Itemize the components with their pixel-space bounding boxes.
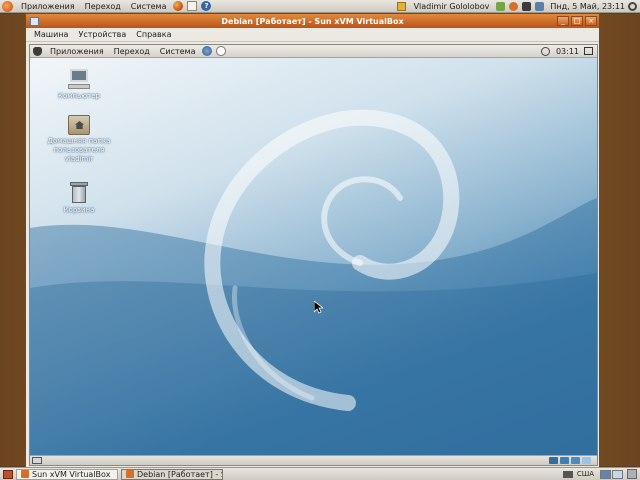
maximize-button[interactable]: □ [571,16,583,26]
desktop-icon-computer[interactable]: Компьютер [43,68,115,101]
desktop-icon-trash[interactable]: Корзина [43,182,115,215]
mail-launcher-icon[interactable] [216,46,227,56]
trash-icon [70,182,88,204]
close-button[interactable]: × [585,16,597,26]
desktop-icon-label-line: vladimir [64,155,94,163]
taskbar-item-debian[interactable]: Debian [Работает] - S... [121,468,223,480]
guest-desktop[interactable]: Компьютер Домашняя папка пользователя vl… [30,58,597,455]
host-menu-system[interactable]: Система [126,0,172,13]
browser-launcher-icon[interactable] [202,46,213,56]
vbox-cd-indicator-icon[interactable] [560,457,569,464]
update-tray-icon[interactable] [540,46,550,56]
host-bottom-panel: Sun xVM VirtualBox Debian [Работает] - S… [0,467,640,480]
firefox-launcher-icon[interactable] [173,1,184,11]
network-tray-icon[interactable] [496,1,506,11]
virtualbox-window: Debian [Работает] - Sun xVM VirtualBox _… [25,13,600,468]
vbox-hdd-indicator-icon[interactable] [549,457,558,464]
vbox-network-indicator-icon[interactable] [571,457,580,464]
ubuntu-logo-icon[interactable] [2,0,13,12]
vbox-menu-machine[interactable]: Машина [29,28,73,42]
guest-clock[interactable]: 03:11 [556,47,579,56]
guest-menu-places[interactable]: Переход [109,45,155,58]
vbox-menubar: Машина Устройства Справка [26,28,599,42]
host-show-desktop-icon[interactable] [3,469,13,479]
guest-bottom-panel [30,455,597,465]
mail-launcher-icon[interactable] [187,1,198,11]
minimize-button[interactable]: _ [557,16,569,26]
workspace-2[interactable] [612,469,623,479]
user-switcher-icon[interactable] [396,1,406,11]
trash-applet-icon[interactable] [627,469,637,479]
help-launcher-icon[interactable]: ? [201,1,212,11]
guest-show-desktop-icon[interactable] [32,457,42,464]
keyboard-layout-indicator[interactable]: США [577,470,594,478]
debian-swirl-wallpaper [30,109,597,455]
desktop-icon-home[interactable]: Домашняя папка пользователя vladimir [43,115,115,164]
vbox-titlebar[interactable]: Debian [Работает] - Sun xVM VirtualBox _… [26,14,599,28]
desktop-icon-label: Корзина [63,206,95,214]
home-folder-icon [68,115,90,135]
guest-menu-applications[interactable]: Приложения [45,45,109,58]
volume-tray-icon[interactable] [522,1,532,11]
vbox-menu-help[interactable]: Справка [131,28,176,42]
workspace-switcher [600,469,623,479]
task-label: Sun xVM VirtualBox [32,469,111,479]
mouse-pointer-icon [314,301,323,314]
vbox-mouse-indicator-icon[interactable] [582,457,591,464]
virtualbox-app-icon [126,470,134,478]
virtualbox-app-icon [21,470,29,478]
taskbar-item-virtualbox[interactable]: Sun xVM VirtualBox [16,468,118,480]
host-menu-places[interactable]: Переход [80,0,126,13]
workspace-icon[interactable] [584,47,593,55]
mail-tray-icon[interactable] [535,1,545,11]
computer-icon [68,68,90,90]
host-username[interactable]: Vladimir Gololobov [409,0,495,13]
host-menu-applications[interactable]: Приложения [16,0,80,13]
guest-screen[interactable]: Приложения Переход Система 03:11 Компьют… [29,44,598,466]
desktop-icon-label-line: Домашняя папка [47,137,111,145]
vbox-menu-devices[interactable]: Устройства [73,28,131,42]
power-icon[interactable] [628,1,637,11]
guest-menu-system[interactable]: Система [155,45,201,58]
task-label: Debian [Работает] - S... [137,469,222,479]
desktop-icon-label-line: пользователя [53,146,105,154]
guest-top-panel: Приложения Переход Система 03:11 [30,45,597,58]
search-tray-icon[interactable] [509,1,519,11]
keyboard-icon [562,470,573,478]
desktop-icon-label: Компьютер [58,92,100,100]
workspace-1[interactable] [600,469,611,479]
host-clock[interactable]: Пнд, 5 Май, 23:11 [546,2,628,11]
gnome-foot-icon[interactable] [33,46,42,56]
host-top-panel: Приложения Переход Система ? Vladimir Go… [0,0,640,13]
vbox-title: Debian [Работает] - Sun xVM VirtualBox [221,16,404,26]
